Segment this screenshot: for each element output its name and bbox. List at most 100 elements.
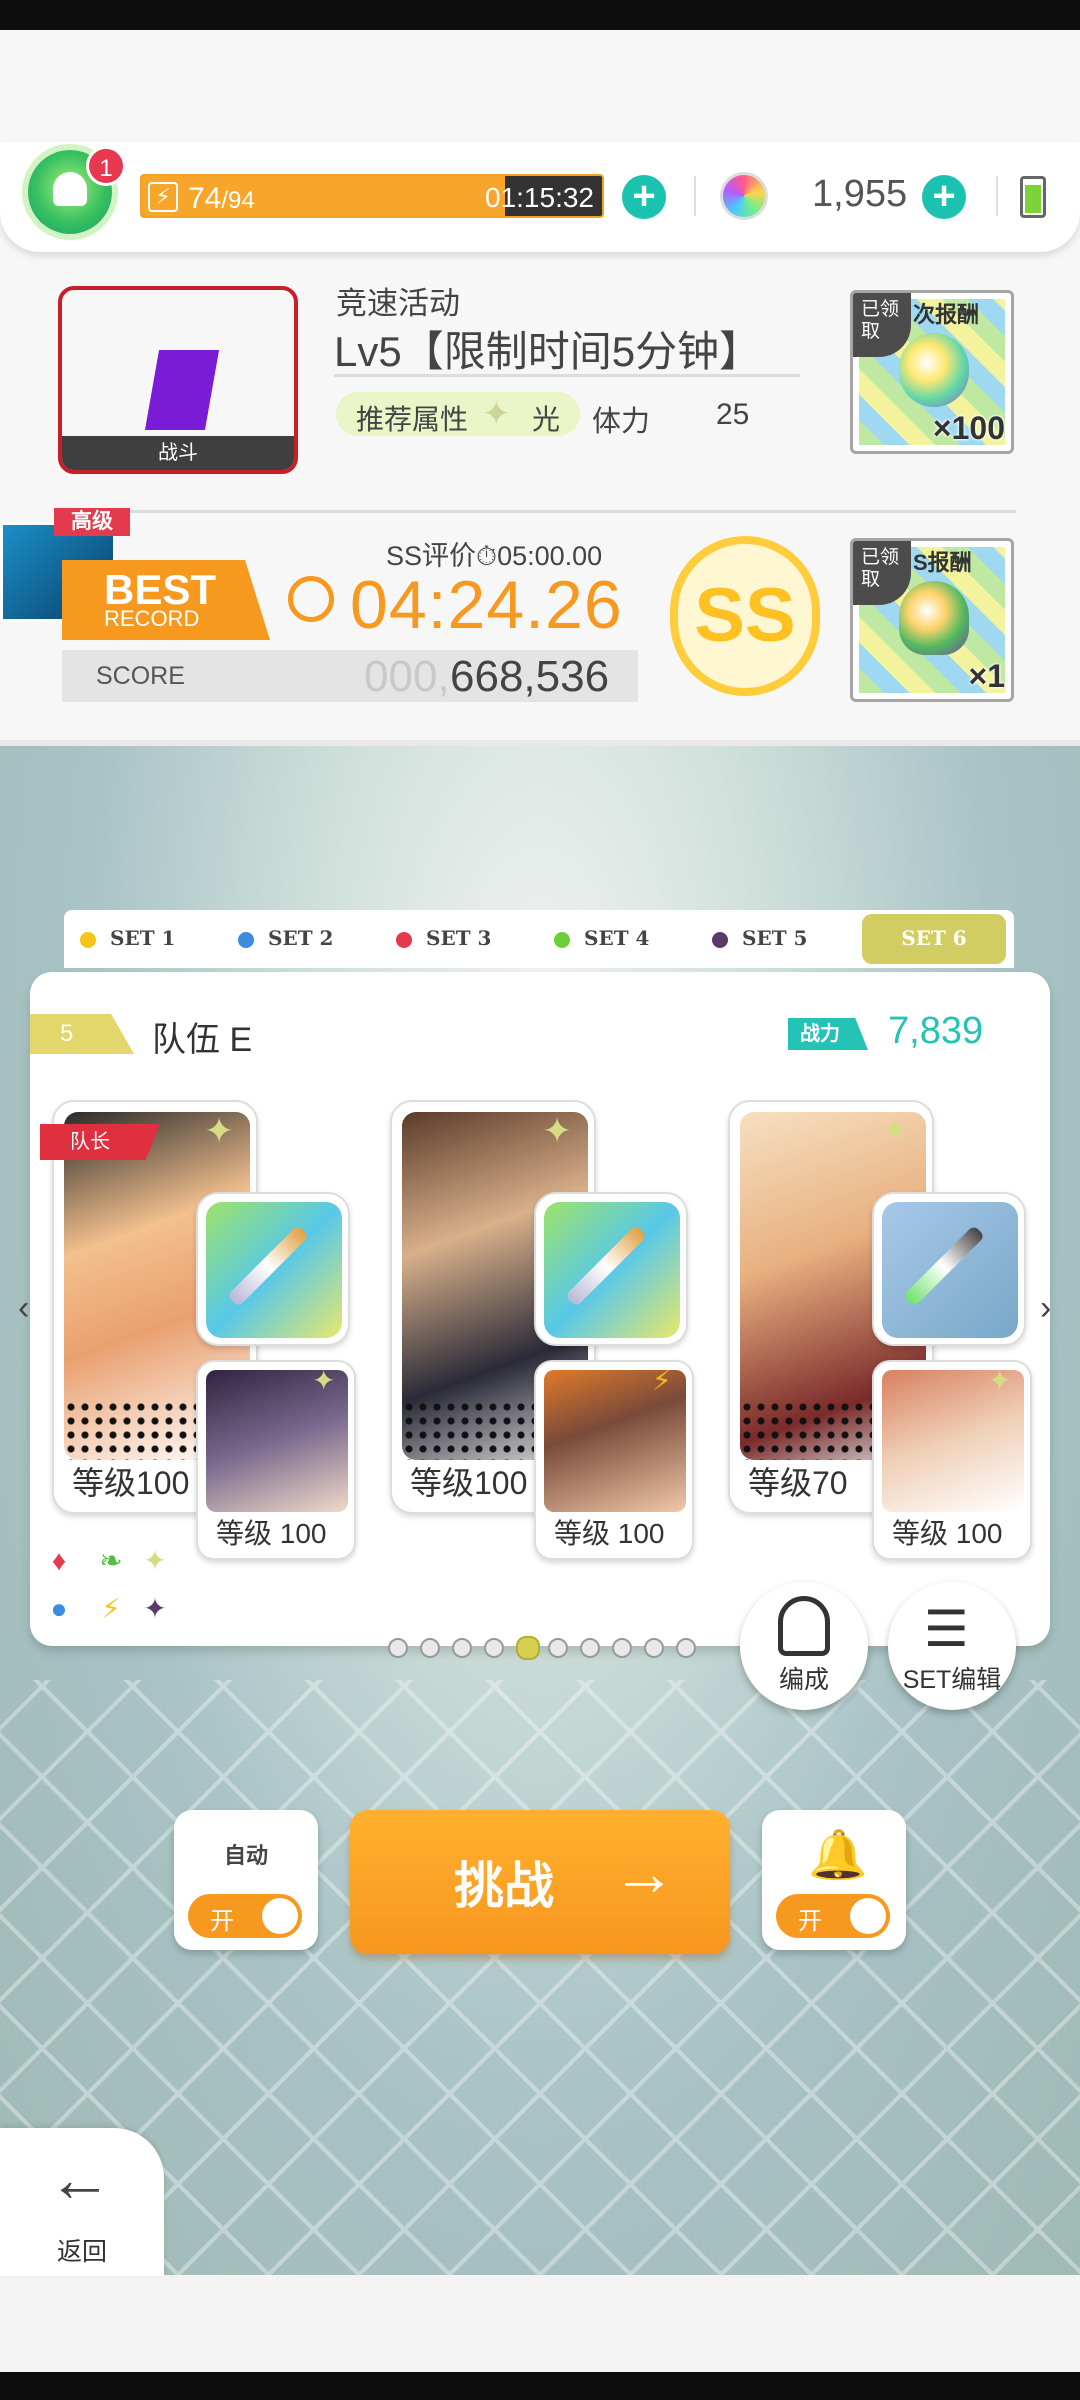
rainbow-gem-icon (899, 333, 969, 407)
member-level: 等级 100 (216, 1518, 327, 1549)
person-gear-icon (778, 1596, 830, 1656)
arrow-left-icon: ← (48, 2143, 112, 2215)
stamina-cost-label: 体力 (592, 406, 651, 438)
tab-set-4[interactable]: SET 4 (538, 910, 696, 968)
set-color-dot (554, 932, 570, 948)
ss-clear-reward[interactable]: S报酬 已领取 ×1 (850, 538, 1014, 702)
weapon-slot[interactable] (534, 1192, 688, 1346)
tab-set-2[interactable]: SET 2 (222, 910, 380, 968)
auto-toggle[interactable]: 自动 开 (174, 1810, 318, 1950)
bell-icon: 🔔 (808, 1829, 868, 1882)
notification-toggle[interactable]: 🔔 开 (762, 1810, 906, 1950)
tab-label: SET 2 (268, 926, 334, 950)
light-element-icon: ✦ (312, 1365, 336, 1396)
set-color-dot (238, 932, 254, 948)
tab-set-3[interactable]: SET 3 (380, 910, 538, 968)
tab-set-6[interactable]: SET 6 (862, 914, 1006, 964)
leader-badge: 队长 (40, 1124, 160, 1160)
member-level: 等级70 (748, 1465, 848, 1501)
member-level: 等级100 (410, 1465, 528, 1501)
gem-icon (720, 172, 768, 220)
tab-label: SET 1 (110, 926, 176, 950)
set-color-dot (712, 932, 728, 948)
difficulty-badge: 高级 (54, 508, 130, 536)
boss-label: 战斗 (62, 436, 294, 470)
tab-set-5[interactable]: SET 5 (696, 910, 854, 968)
fire-element-icon: ♦ (51, 1545, 67, 1576)
status-bar (0, 0, 1080, 30)
tab-label: SET 6 (901, 926, 967, 950)
divider (58, 510, 1016, 513)
add-gem-button[interactable]: + (922, 175, 966, 219)
switch-state: 开 (798, 1908, 822, 1935)
weapon-slot[interactable] (196, 1192, 350, 1346)
add-stamina-button[interactable]: + (622, 175, 666, 219)
challenge-button[interactable]: 挑战 → (350, 1810, 730, 1954)
navigation-band (0, 2275, 1080, 2372)
chevron-left-icon[interactable]: ‹ (18, 1291, 38, 1325)
first-clear-reward[interactable]: 次报酬 已领取 ×100 (850, 290, 1014, 454)
stamina-value: 74/94 (188, 182, 255, 215)
chevron-right-icon[interactable]: › (1040, 1291, 1060, 1325)
switch-knob (850, 1898, 886, 1934)
set-edit-button[interactable]: ☰ SET编辑 (888, 1582, 1016, 1710)
page-dot[interactable] (548, 1638, 568, 1658)
power-value: 7,839 (888, 1010, 984, 1052)
member-level: 等级100 (72, 1465, 190, 1501)
lightning-element-icon: ⚡ (101, 1593, 121, 1624)
record-label: RECORD (104, 606, 200, 631)
notify-switch[interactable]: 开 (776, 1894, 890, 1938)
light-element-icon: ✦ (542, 1110, 573, 1151)
stamina-bar: ⚡ 74/94 01:15:32 (140, 174, 604, 218)
recommended-attribute: 推荐属性 ✦ 光 (336, 392, 580, 436)
stamina-cost-value: 25 (716, 398, 750, 431)
reward-count: ×1 (968, 658, 1005, 694)
stamina-timer: 01:15:32 (485, 182, 594, 213)
formation-button[interactable]: 编成 (740, 1582, 868, 1710)
element-advantage-chart: ♦ ❧ ✦ ● ⚡ ✦ (44, 1546, 184, 1636)
tab-label: SET 5 (742, 926, 808, 950)
auto-label: 自动 (223, 1843, 268, 1868)
boss-art (144, 350, 220, 430)
back-button[interactable]: ← 返回 (0, 2128, 164, 2276)
page-dot[interactable] (580, 1638, 600, 1658)
switch-knob (262, 1898, 298, 1934)
weapon-slot[interactable] (872, 1192, 1026, 1346)
lightning-icon: ⚡ (148, 182, 178, 212)
score-label: SCORE (96, 662, 185, 690)
set-edit-label: SET编辑 (902, 1666, 1002, 1694)
page-dot[interactable] (676, 1638, 696, 1658)
reward-count: ×100 (932, 410, 1005, 446)
light-element-icon: ✦ (880, 1110, 911, 1151)
formation-label: 编成 (778, 1666, 829, 1694)
battery-icon (1020, 176, 1046, 218)
page-dot[interactable] (420, 1638, 440, 1658)
page-dot[interactable] (516, 1636, 540, 1660)
page-dot[interactable] (612, 1638, 632, 1658)
attribute-element: 光 (532, 404, 561, 435)
page-dot[interactable] (644, 1638, 664, 1658)
power-label: 战力 (788, 1018, 868, 1050)
page-dot[interactable] (484, 1638, 504, 1658)
page-dot[interactable] (388, 1638, 408, 1658)
set-tabs: SET 1 SET 2 SET 3 SET 4 SET 5 SET 6 (64, 910, 1014, 968)
gem-count: 1,955 (812, 173, 908, 215)
divider (334, 374, 800, 377)
divider (996, 176, 998, 216)
reward-header: S报酬 (913, 550, 972, 575)
auto-switch[interactable]: 开 (188, 1894, 302, 1938)
system-bar (0, 2372, 1080, 2400)
back-label: 返回 (56, 2238, 107, 2266)
ss-rank-medal: SS (670, 536, 820, 696)
page-dot[interactable] (452, 1638, 472, 1658)
wind-element-icon: ❧ (99, 1545, 123, 1576)
list-icon: ☰ (924, 1601, 969, 1657)
score-padding: 000, (364, 652, 450, 701)
tab-set-1[interactable]: SET 1 (64, 910, 222, 968)
water-element-icon: ● (50, 1593, 68, 1624)
switch-state: 开 (210, 1908, 234, 1935)
divider (694, 176, 696, 216)
egg-gem-icon (899, 581, 969, 655)
boss-thumbnail[interactable]: 战斗 (58, 286, 298, 474)
score-bar: SCORE 000, 668,536 (62, 650, 638, 702)
